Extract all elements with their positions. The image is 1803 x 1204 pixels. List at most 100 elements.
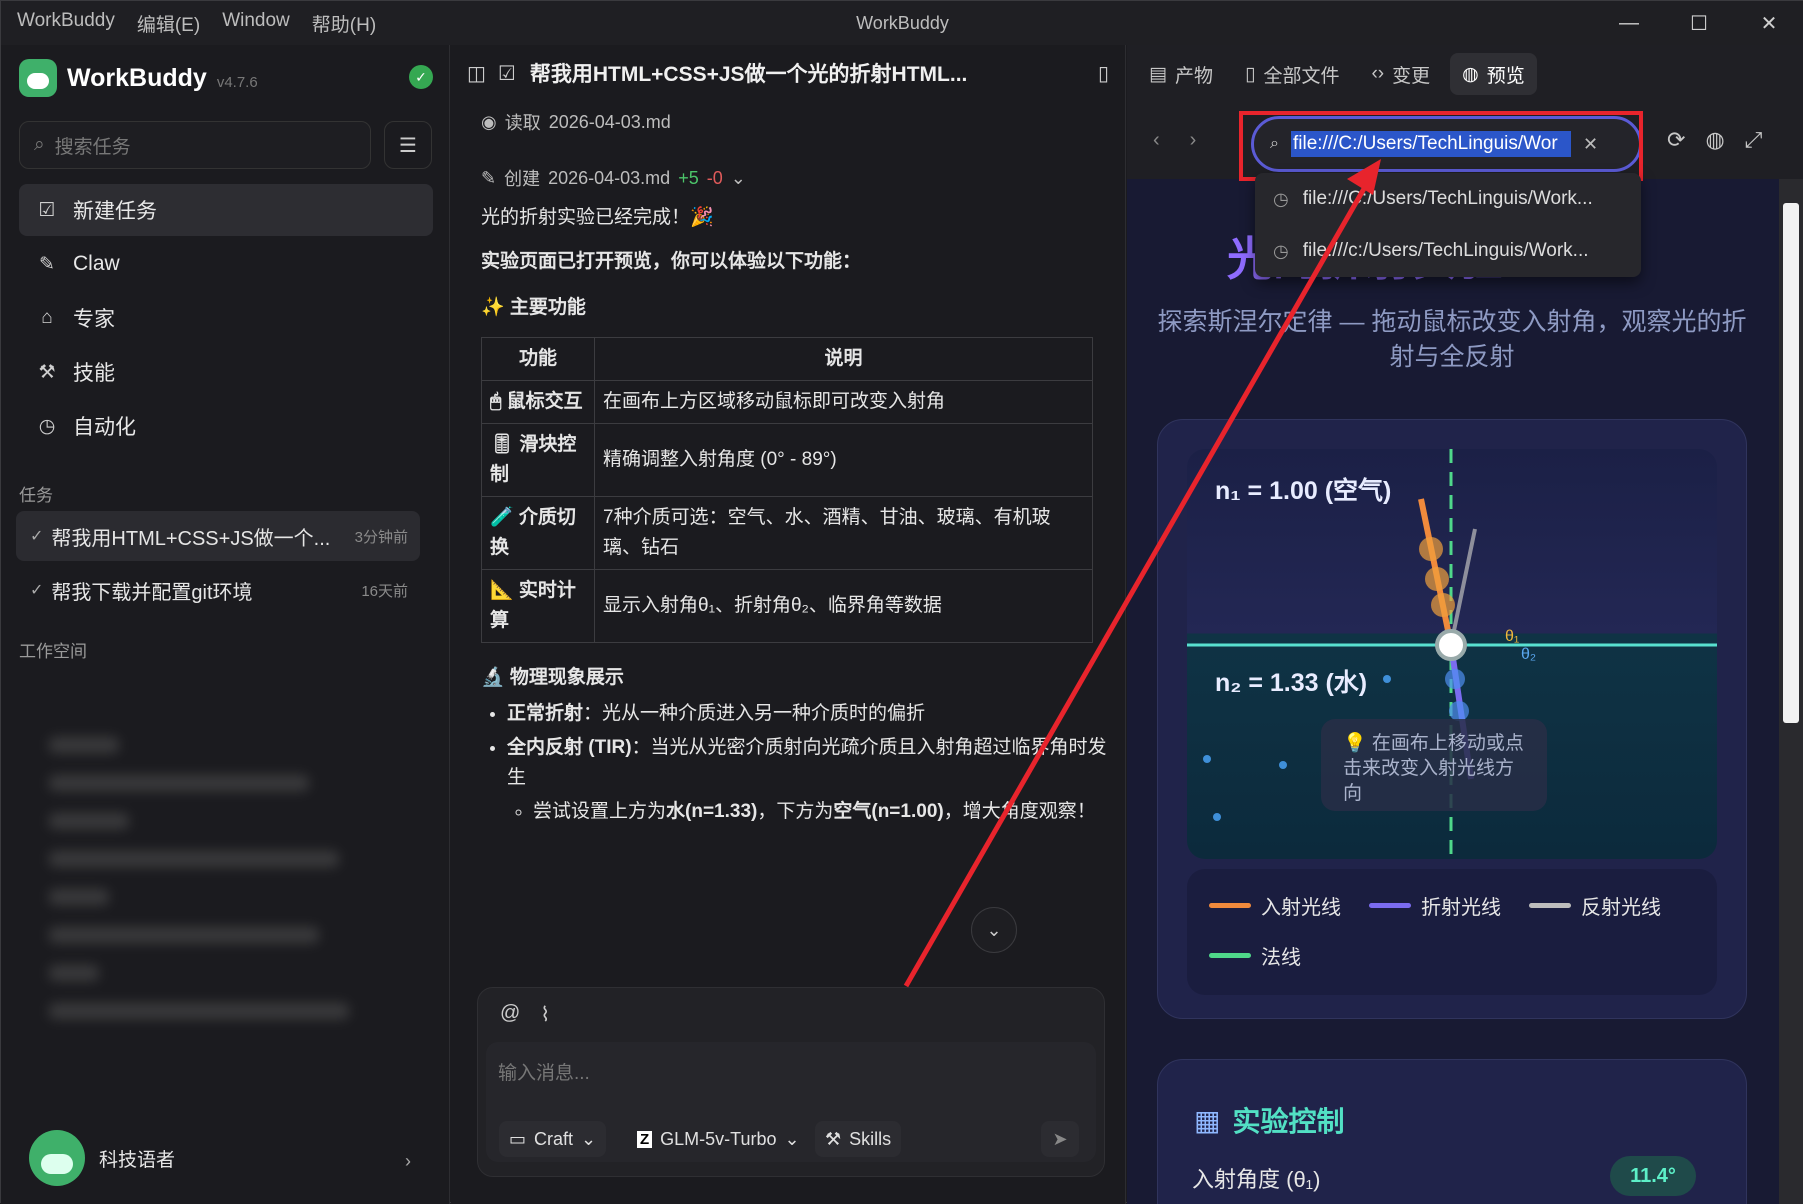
- sliders-icon: ☰: [399, 134, 417, 157]
- tool-file: 2026-04-03.md: [548, 111, 671, 132]
- table-cell: 在画布上方区域移动鼠标即可改变入射角: [594, 380, 1093, 424]
- tool-create[interactable]: ✎ 创建 2026-04-03.md +5 -0 ⌄: [481, 165, 1111, 191]
- features-table: 功能 说明 🖱 鼠标交互 在画布上方区域移动鼠标即可改变入射角 🎚 滑块控制 精确调整…: [481, 337, 1093, 643]
- preview-tabs: ▤ 产物 ▯ 全部文件 ‹› 变更 ◍ 预览: [1137, 53, 1537, 95]
- mode-selector[interactable]: ▭ Craft ⌄: [499, 1121, 607, 1157]
- search-icon: ⌕: [34, 134, 45, 155]
- controls-title-text: 实验控制: [1232, 1106, 1345, 1137]
- model-logo-icon: Z: [637, 1130, 653, 1148]
- scroll-down-button[interactable]: ⌄: [971, 907, 1017, 953]
- reflected-ray: [1449, 528, 1477, 646]
- chat-header: ◫ ☑ 帮我用HTML+CSS+JS做一个光的折射HTML...: [451, 45, 1126, 101]
- table-cell: 精确调整入射角度 (0° - 89°): [594, 423, 1093, 497]
- chevron-down-icon: ⌄: [581, 1128, 597, 1149]
- url-suggestions: ◷ file:///C:/Users/TechLinguis/Work... ◷ f…: [1255, 173, 1641, 277]
- suggestion-item[interactable]: ◷ file:///C:/Users/TechLinguis/Work...: [1255, 173, 1641, 225]
- table-header-row: 功能 说明: [481, 337, 1093, 381]
- photon: [1445, 669, 1465, 689]
- sidebar-item-automation[interactable]: ◷ 自动化: [19, 400, 433, 452]
- sidebar-item-experts[interactable]: ⌂ 专家: [19, 292, 433, 344]
- sidebar-item-claw[interactable]: ✎ Claw: [19, 238, 433, 290]
- panel-toggle-icon[interactable]: ▯: [1098, 61, 1109, 86]
- sidebar-toggle-icon[interactable]: ◫: [467, 61, 486, 86]
- send-button[interactable]: ➤: [1041, 1121, 1079, 1157]
- legend-item-incident: 入射光线: [1209, 891, 1341, 920]
- suggestion-item[interactable]: ◷ file:///c:/Users/TechLinguis/Work...: [1255, 225, 1641, 277]
- history-icon: ◷: [1273, 240, 1289, 261]
- window-controls: — ☐ ✕: [1594, 1, 1803, 45]
- sidebar-item-skills[interactable]: ⚒ 技能: [19, 346, 433, 398]
- minimize-icon[interactable]: —: [1594, 1, 1664, 45]
- mention-icon[interactable]: @: [500, 1002, 520, 1027]
- input-placeholder: 输入消息...: [498, 1063, 590, 1084]
- history-icon: ◷: [1273, 188, 1289, 209]
- skills-button[interactable]: ⚒ Skills: [815, 1121, 902, 1157]
- tab-label: 变更: [1392, 65, 1431, 87]
- search-input[interactable]: ⌕ 搜索任务: [19, 121, 371, 169]
- photon: [1419, 537, 1443, 561]
- app-window: WorkBuddy 编辑(E) Window 帮助(H) WorkBuddy —…: [0, 0, 1803, 1204]
- model-label: GLM-5v-Turbo: [660, 1128, 777, 1149]
- suggestion-text: file:///c:/Users/TechLinguis/Work...: [1302, 240, 1589, 261]
- back-icon[interactable]: ‹: [1153, 129, 1160, 152]
- theta1-label: θ₁: [1505, 628, 1519, 645]
- sidebar-item-new-task[interactable]: ☑ 新建任务: [19, 184, 433, 236]
- incidence-point[interactable]: [1435, 629, 1467, 661]
- user-name: 科技语者: [99, 1149, 176, 1171]
- forward-icon[interactable]: ›: [1190, 129, 1197, 152]
- model-selector[interactable]: Z GLM-5v-Turbo ⌄: [627, 1121, 810, 1157]
- scrollbar-thumb[interactable]: [1783, 203, 1799, 723]
- particle: [1383, 675, 1391, 683]
- preview-scrollbar[interactable]: [1779, 179, 1803, 1204]
- task-item[interactable]: ✓ 帮我用HTML+CSS+JS做一个... 3分钟前: [16, 511, 420, 561]
- particle: [1279, 761, 1287, 769]
- table-cell: 显示入射角θ₁、折射角θ₂、临界角等数据: [594, 569, 1093, 643]
- close-icon[interactable]: ✕: [1734, 1, 1803, 45]
- nav-label: 自动化: [73, 416, 136, 439]
- table-header: 功能: [481, 337, 595, 381]
- chevron-down-icon: ⌄: [784, 1128, 800, 1149]
- task-title: 帮我下载并配置git环境: [51, 581, 253, 604]
- tab-all-files[interactable]: ▯ 全部文件: [1233, 53, 1351, 95]
- sub-text: ，下方为: [757, 801, 834, 822]
- sub-bold: 水(n=1.33): [666, 801, 758, 822]
- legend-swatch: [1209, 953, 1251, 958]
- globe-icon[interactable]: ◍: [1705, 127, 1724, 153]
- legend-label: 入射光线: [1261, 897, 1341, 919]
- hint-text: 💡 在画布上移动或点击来改变入射光线方向: [1343, 733, 1524, 804]
- menu-help[interactable]: 帮助(H): [312, 10, 376, 37]
- tab-preview[interactable]: ◍ 预览: [1450, 53, 1537, 95]
- intro-text: 实验页面已打开预览，你可以体验以下功能：: [481, 251, 862, 272]
- brand-name: WorkBuddy: [67, 63, 207, 92]
- photon: [1425, 567, 1449, 591]
- tab-artifacts[interactable]: ▤ 产物: [1137, 53, 1225, 95]
- refraction-canvas[interactable]: n₁ = 1.00 (空气) n₂ = 1.33 (水) θ₁ θ₂ 💡 在画布…: [1187, 449, 1717, 859]
- task-item[interactable]: ✓ 帮我下载并配置git环境 16天前: [16, 565, 420, 615]
- menu-window[interactable]: Window: [222, 10, 290, 37]
- status-badge-icon[interactable]: ✓: [409, 65, 433, 89]
- check-icon: ✓: [30, 528, 44, 545]
- task-title: 帮我用HTML+CSS+JS做一个...: [51, 527, 331, 550]
- new-chat-icon[interactable]: ☑: [498, 61, 516, 86]
- filter-button[interactable]: ☰: [384, 121, 432, 169]
- refresh-icon[interactable]: ⟳: [1667, 127, 1685, 153]
- tab-label: 预览: [1486, 65, 1525, 87]
- list-item: 正常折射：光从一种介质进入另一种介质时的偏折: [507, 699, 1111, 729]
- maximize-icon[interactable]: ☐: [1664, 1, 1734, 45]
- suggestion-text: file:///C:/Users/TechLinguis/Work...: [1302, 188, 1593, 209]
- title-bar: WorkBuddy 编辑(E) Window 帮助(H) WorkBuddy —…: [1, 1, 1803, 45]
- table-cell: 📐 实时计算: [481, 569, 595, 643]
- graduation-cap-icon: ⌂: [41, 307, 53, 328]
- user-profile[interactable]: 科技语者: [29, 1130, 175, 1186]
- tab-changes[interactable]: ‹› 变更: [1359, 53, 1442, 95]
- tools-icon: ⚒: [825, 1128, 842, 1149]
- menu-edit[interactable]: 编辑(E): [137, 10, 200, 37]
- expand-icon[interactable]: ⤢: [1745, 127, 1763, 153]
- table-header: 说明: [594, 337, 1093, 381]
- tool-read[interactable]: ◉ 读取 2026-04-03.md: [481, 109, 1111, 135]
- attachment-icon[interactable]: ⌇: [540, 1002, 550, 1027]
- chevron-right-icon[interactable]: ›: [405, 1151, 411, 1172]
- skills-label: Skills: [849, 1128, 892, 1149]
- workbuddy-logo-icon: [19, 59, 57, 97]
- menu-app[interactable]: WorkBuddy: [17, 10, 115, 37]
